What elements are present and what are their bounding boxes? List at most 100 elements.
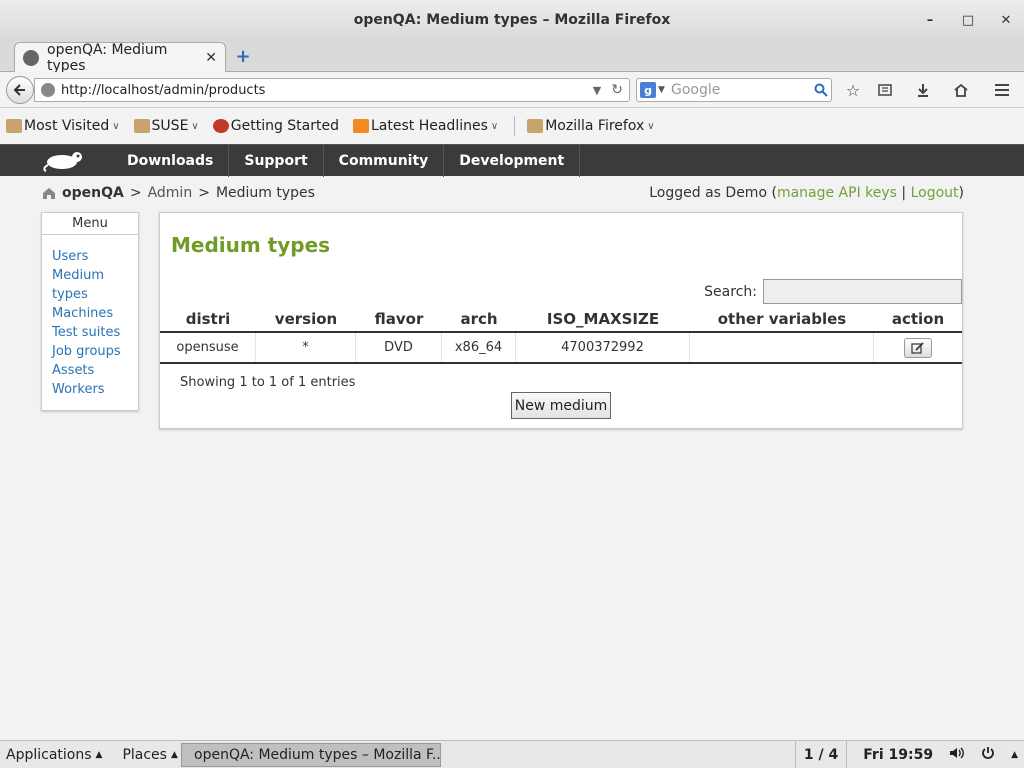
table-search-input[interactable] bbox=[763, 279, 962, 304]
rss-icon bbox=[353, 119, 369, 133]
new-medium-button[interactable]: New medium bbox=[511, 392, 611, 419]
nav-development[interactable]: Development bbox=[444, 145, 581, 177]
taskbar: Applications ▲ Places ▲ openQA: Medium t… bbox=[0, 740, 1024, 768]
bookmark-label: Mozilla Firefox bbox=[545, 118, 645, 134]
nav-community[interactable]: Community bbox=[324, 145, 445, 177]
breadcrumb-openqa[interactable]: openQA bbox=[62, 185, 124, 201]
taskbar-tray: 1 / 4 Fri 19:59 ▲ bbox=[794, 741, 1018, 768]
chevron-down-icon: ∨ bbox=[647, 120, 655, 132]
column-header-arch[interactable]: arch bbox=[442, 307, 516, 331]
url-text[interactable]: http://localhost/admin/products bbox=[61, 83, 593, 98]
column-header-version[interactable]: version bbox=[256, 307, 356, 331]
minimize-button[interactable]: – bbox=[922, 12, 938, 28]
chevron-down-icon: ∨ bbox=[490, 120, 499, 132]
places-menu[interactable]: Places ▲ bbox=[116, 747, 183, 763]
edit-button[interactable] bbox=[904, 337, 932, 358]
page-title: Medium types bbox=[171, 233, 331, 257]
column-header-flavor[interactable]: flavor bbox=[356, 307, 442, 331]
menu-item-medium-types[interactable]: Medium types bbox=[52, 266, 112, 304]
column-header-iso-maxsize[interactable]: ISO_MAXSIZE bbox=[516, 307, 690, 331]
bookmark-separator bbox=[514, 116, 516, 136]
bookmark-getting-started[interactable]: Getting Started bbox=[212, 118, 339, 134]
breadcrumb: openQA > Admin > Medium types bbox=[42, 184, 315, 202]
cell-arch: x86_64 bbox=[442, 333, 516, 362]
applications-label: Applications bbox=[6, 746, 92, 763]
window-title: openQA: Medium types – Mozilla Firefox bbox=[353, 12, 671, 28]
volume-icon[interactable] bbox=[949, 746, 965, 764]
bookmark-label: Most Visited bbox=[24, 118, 110, 134]
bookmark-label: Getting Started bbox=[230, 118, 339, 134]
breadcrumb-admin[interactable]: Admin bbox=[148, 185, 193, 201]
login-suffix: ) bbox=[958, 185, 964, 201]
site-nav-items: Downloads Support Community Development bbox=[112, 145, 581, 177]
breadcrumb-current: Medium types bbox=[215, 185, 315, 201]
tab-close-icon[interactable]: ✕ bbox=[205, 50, 217, 66]
navigation-bar: http://localhost/admin/products ▼ ↻ g ▼ … bbox=[0, 72, 1024, 108]
downloads-icon[interactable] bbox=[913, 80, 933, 100]
site-identity-icon[interactable] bbox=[41, 83, 55, 97]
chevron-down-icon: ∨ bbox=[191, 120, 199, 132]
tab-label: openQA: Medium types bbox=[47, 42, 168, 74]
url-history-dropdown-icon[interactable]: ▼ bbox=[593, 84, 601, 97]
applications-menu[interactable]: Applications ▲ bbox=[0, 747, 108, 763]
column-header-distri[interactable]: distri bbox=[160, 307, 256, 331]
home-icon[interactable] bbox=[42, 187, 56, 199]
manage-api-keys-link[interactable]: manage API keys bbox=[777, 185, 897, 201]
bookmark-mozilla-firefox[interactable]: Mozilla Firefox ∨ bbox=[527, 118, 655, 134]
edit-icon bbox=[911, 341, 924, 354]
nav-downloads[interactable]: Downloads bbox=[112, 145, 230, 177]
menu-item-users[interactable]: Users bbox=[52, 247, 128, 266]
hamburger-menu-icon[interactable] bbox=[992, 80, 1012, 100]
window-controls: – □ ✕ bbox=[922, 0, 1014, 40]
back-button[interactable] bbox=[6, 76, 34, 104]
clock[interactable]: Fri 19:59 bbox=[863, 747, 933, 763]
url-bar[interactable]: http://localhost/admin/products ▼ ↻ bbox=[34, 78, 630, 102]
admin-menu: Menu Users Medium types Machines Test su… bbox=[41, 212, 139, 411]
tab-medium-types[interactable]: openQA: Medium types ✕ bbox=[14, 42, 226, 74]
site-navigation: Downloads Support Community Development bbox=[0, 144, 1024, 177]
favicon-icon bbox=[23, 50, 39, 66]
table-info: Showing 1 to 1 of 1 entries bbox=[180, 375, 356, 390]
bookmark-most-visited[interactable]: Most Visited ∨ bbox=[6, 118, 120, 134]
power-icon[interactable] bbox=[981, 746, 995, 764]
medium-types-table: distri version flavor arch ISO_MAXSIZE o… bbox=[160, 307, 962, 364]
search-input[interactable]: Google bbox=[667, 82, 811, 98]
menu-item-job-groups[interactable]: Job groups bbox=[52, 342, 128, 361]
menu-item-machines[interactable]: Machines bbox=[52, 304, 128, 323]
reading-list-icon[interactable] bbox=[875, 80, 895, 100]
breadcrumb-separator: > bbox=[129, 185, 142, 201]
menu-item-assets[interactable]: Assets bbox=[52, 361, 128, 380]
caret-up-icon: ▲ bbox=[170, 749, 178, 760]
caret-up-icon[interactable]: ▲ bbox=[1011, 750, 1018, 760]
logout-link[interactable]: Logout bbox=[911, 185, 959, 201]
search-engine-selector[interactable]: g ▼ bbox=[637, 79, 667, 101]
login-divider: | bbox=[896, 185, 911, 201]
home-icon[interactable] bbox=[951, 80, 971, 100]
column-header-other-variables[interactable]: other variables bbox=[690, 307, 874, 331]
menu-list: Users Medium types Machines Test suites … bbox=[42, 235, 138, 411]
reload-icon[interactable]: ↻ bbox=[611, 82, 623, 98]
column-header-action[interactable]: action bbox=[874, 307, 962, 331]
maximize-button[interactable]: □ bbox=[960, 12, 976, 28]
workspace-indicator[interactable]: 1 / 4 bbox=[794, 741, 848, 768]
cell-iso-maxsize: 4700372992 bbox=[516, 333, 690, 362]
cell-distri: opensuse bbox=[160, 333, 256, 362]
medium-types-panel: Medium types Search: distri version flav… bbox=[159, 212, 963, 429]
taskbar-window-label: openQA: Medium types – Mozilla F... bbox=[194, 747, 441, 763]
bookmark-suse[interactable]: SUSE ∨ bbox=[133, 118, 199, 134]
search-bar[interactable]: g ▼ Google bbox=[636, 78, 832, 102]
caret-up-icon: ▲ bbox=[95, 749, 103, 760]
new-tab-button[interactable]: + bbox=[234, 45, 252, 67]
cell-action bbox=[874, 333, 962, 362]
taskbar-window-firefox[interactable]: openQA: Medium types – Mozilla F... bbox=[181, 743, 441, 767]
close-window-button[interactable]: ✕ bbox=[998, 12, 1014, 28]
tab-strip: openQA: Medium types ✕ + bbox=[0, 40, 1024, 74]
chameleon-icon bbox=[212, 119, 229, 133]
opensuse-logo-icon[interactable] bbox=[42, 149, 86, 173]
bookmark-latest-headlines[interactable]: Latest Headlines ∨ bbox=[353, 118, 498, 134]
nav-support[interactable]: Support bbox=[229, 145, 324, 177]
search-icon[interactable] bbox=[811, 80, 831, 100]
bookmark-star-icon[interactable]: ☆ bbox=[843, 80, 863, 100]
menu-item-workers[interactable]: Workers bbox=[52, 380, 128, 399]
menu-item-test-suites[interactable]: Test suites bbox=[52, 323, 128, 342]
